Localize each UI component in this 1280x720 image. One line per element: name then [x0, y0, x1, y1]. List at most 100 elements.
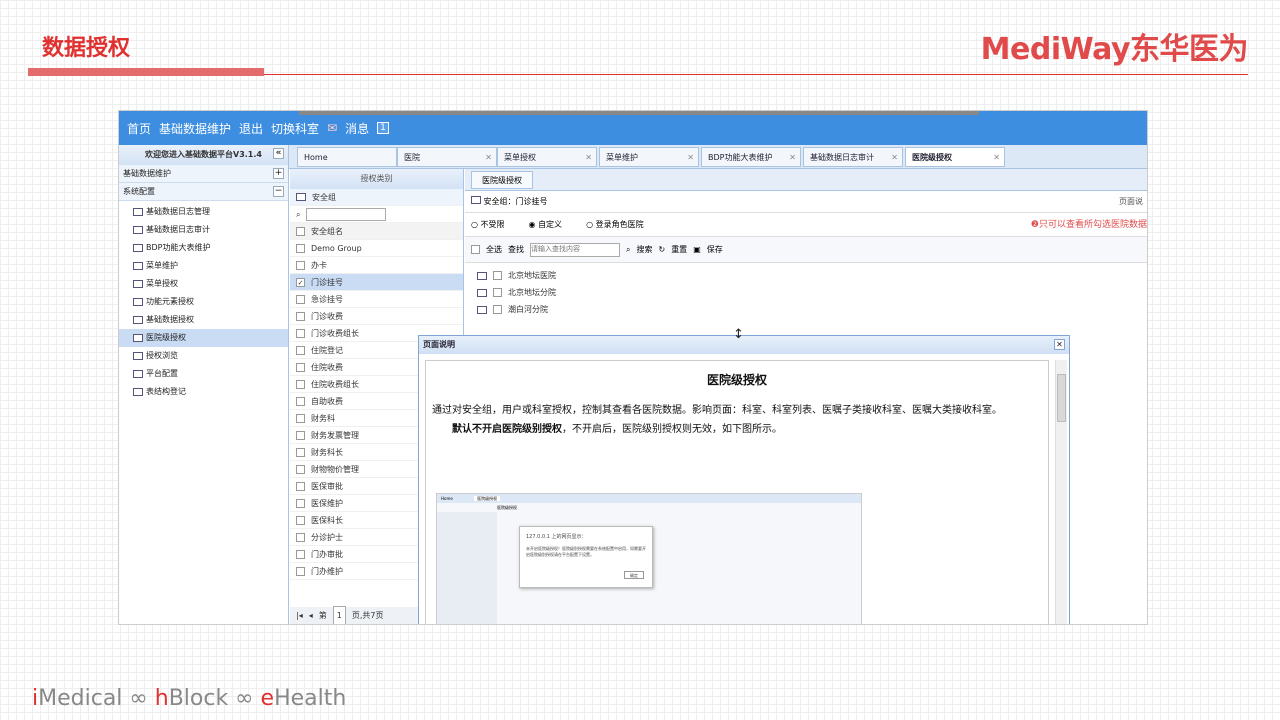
radio-login-hospital[interactable]: ○ 登录角色医院 — [586, 213, 644, 236]
left-sidebar: 欢迎您进入基础数据平台V3.1.4 « 基础数据维护 + 系统配置 − 基础数据日志管… — [119, 145, 289, 624]
page-icon — [133, 352, 143, 360]
tab-hospital[interactable]: 医院 ✕ — [397, 147, 497, 167]
nav-message[interactable]: 消息 — [345, 120, 369, 137]
collapse-icon[interactable]: « — [273, 148, 284, 159]
expand-icon[interactable]: + — [273, 168, 284, 179]
group-name: 住院收费组长 — [311, 379, 359, 389]
footer-block: Block ∞ — [168, 686, 261, 711]
mini-alert-box: 127.0.0.1 上的网页显示： 未开启医院级授权！医院级别授权需要在系统配置… — [519, 526, 653, 588]
checkbox[interactable] — [493, 288, 502, 297]
footer-brand: iMedical ∞ hBlock ∞ eHealth — [32, 686, 346, 711]
group-name: 财物物价管理 — [311, 464, 359, 474]
group-row[interactable]: Demo Group — [290, 240, 463, 257]
sidebar-item[interactable]: 授权浏览 — [119, 347, 288, 365]
checkbox[interactable] — [296, 515, 305, 525]
checkbox[interactable] — [296, 532, 305, 542]
checkbox[interactable]: ✓ — [296, 277, 305, 287]
mini-tabbar: Home 医院级授权 — [437, 494, 861, 503]
group-info: 安全组：门诊挂号 — [483, 197, 548, 206]
checkbox[interactable] — [296, 413, 305, 423]
checkbox[interactable] — [296, 226, 305, 236]
search-button[interactable]: 搜索 — [636, 237, 652, 263]
checkbox[interactable] — [296, 464, 305, 474]
document-icon — [471, 196, 481, 204]
sidebar-item[interactable]: 平台配置 — [119, 365, 288, 383]
nav-basic-data[interactable]: 基础数据维护 — [159, 120, 231, 137]
sidebar-item[interactable]: BDP功能大表维护 — [119, 239, 288, 257]
sidebar-item[interactable]: 菜单授权 — [119, 275, 288, 293]
checkbox[interactable] — [296, 260, 305, 270]
sidebar-item[interactable]: 菜单维护 — [119, 257, 288, 275]
tab-bdp[interactable]: BDP功能大表维护 ✕ — [701, 147, 801, 167]
close-icon[interactable]: ✕ — [891, 148, 898, 168]
hospital-node[interactable]: 潮白河分院 — [471, 301, 1141, 318]
group-row[interactable]: 门诊收费 — [290, 308, 463, 325]
page-help-link[interactable]: 页面说 — [1119, 191, 1143, 213]
checkbox[interactable] — [296, 311, 305, 321]
dialog-scrollbar[interactable] — [1055, 360, 1067, 624]
hospital-node[interactable]: 北京地坛分院 — [471, 284, 1141, 301]
reset-button[interactable]: 重置 — [671, 237, 687, 263]
sidebar-item[interactable]: 功能元素授权 — [119, 293, 288, 311]
sidebar-item[interactable]: 基础数据日志管理 — [119, 203, 288, 221]
nav-switch-dept[interactable]: 切换科室 — [271, 120, 319, 137]
hospital-search-input[interactable] — [530, 242, 620, 257]
checkbox[interactable] — [296, 549, 305, 559]
checkbox[interactable] — [493, 271, 502, 280]
checkbox[interactable] — [493, 305, 502, 314]
checkbox[interactable] — [296, 379, 305, 389]
message-icon[interactable]: ✉ — [327, 121, 337, 135]
tab-hospital-auth[interactable]: 医院级授权 ✕ — [905, 147, 1005, 167]
close-icon[interactable]: ✕ — [485, 148, 492, 168]
tab-menu-auth[interactable]: 菜单授权 ✕ — [497, 147, 597, 167]
checkbox[interactable] — [296, 294, 305, 304]
tab-home[interactable]: Home — [297, 147, 397, 167]
close-icon[interactable]: ✕ — [789, 148, 796, 168]
hospital-node[interactable]: 北京地坛医院 — [471, 267, 1141, 284]
checkbox[interactable] — [296, 566, 305, 576]
tab-menu-maint[interactable]: 菜单维护 ✕ — [599, 147, 699, 167]
radio-custom[interactable]: ◉ 自定义 — [529, 213, 563, 236]
node-icon — [477, 305, 487, 314]
pager-current[interactable]: 1 — [332, 605, 346, 624]
save-button[interactable]: 保存 — [707, 237, 723, 263]
checkbox[interactable] — [296, 243, 305, 253]
group-row[interactable]: 急诊挂号 — [290, 291, 463, 308]
collapse-icon[interactable]: − — [273, 186, 284, 197]
sidebar-section-basic[interactable]: 基础数据维护 + — [119, 165, 288, 183]
scroll-thumb[interactable] — [1057, 374, 1066, 422]
sidebar-item[interactable]: 医院级授权 — [119, 329, 288, 347]
close-icon[interactable]: ✕ — [585, 148, 592, 168]
pager-prev-icon[interactable]: ◂ — [309, 607, 313, 624]
radio-unrestricted[interactable]: ○ 不受限 — [471, 213, 505, 236]
checkbox[interactable] — [296, 481, 305, 491]
select-all-checkbox[interactable] — [471, 245, 480, 254]
checkbox[interactable] — [296, 430, 305, 440]
group-search-input[interactable] — [306, 207, 387, 221]
mini-tab-label: 医院级授权 — [474, 496, 501, 501]
subtab-hospital-auth[interactable]: 医院级授权 — [471, 171, 533, 189]
group-row[interactable]: ✓ 门诊挂号 — [290, 274, 463, 291]
group-label: 安全组 — [312, 192, 336, 202]
group-search-row: ⌕ — [290, 206, 463, 223]
sidebar-item[interactable]: 表结构登记 — [119, 383, 288, 401]
close-icon[interactable]: ✕ — [1054, 339, 1065, 350]
checkbox[interactable] — [296, 362, 305, 372]
checkbox[interactable] — [296, 345, 305, 355]
sidebar-item[interactable]: 基础数据授权 — [119, 311, 288, 329]
group-row[interactable]: 办卡 — [290, 257, 463, 274]
nav-logout[interactable]: 退出 — [239, 120, 263, 137]
sidebar-item[interactable]: 基础数据日志审计 — [119, 221, 288, 239]
checkbox[interactable] — [296, 498, 305, 508]
checkbox[interactable] — [296, 328, 305, 338]
tab-log-audit[interactable]: 基础数据日志审计 ✕ — [803, 147, 903, 167]
close-icon[interactable]: ✕ — [687, 148, 694, 168]
checkbox[interactable] — [296, 396, 305, 406]
group-name: 医保审批 — [311, 481, 343, 491]
checkbox[interactable] — [296, 447, 305, 457]
nav-home[interactable]: 首页 — [127, 120, 151, 137]
pager-first-icon[interactable]: |◂ — [296, 607, 303, 624]
close-icon[interactable]: ✕ — [993, 148, 1000, 168]
sidebar-section-config[interactable]: 系统配置 − — [119, 183, 288, 201]
group-name: 分诊护士 — [311, 532, 343, 542]
